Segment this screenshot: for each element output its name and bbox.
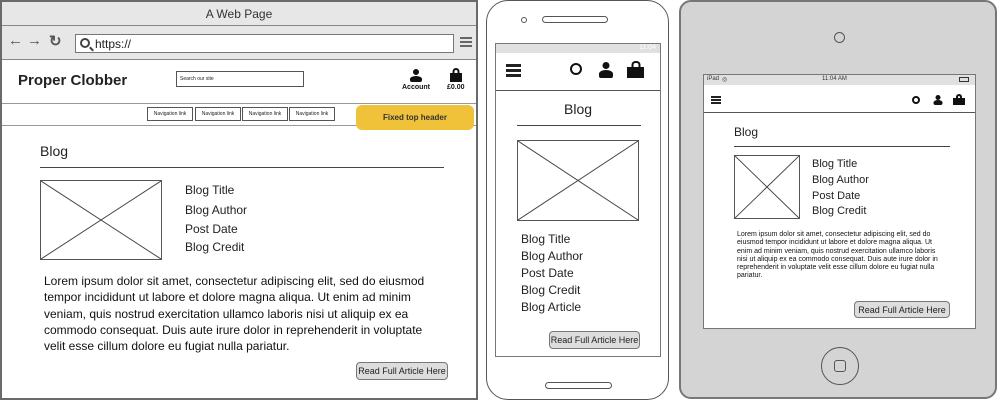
home-bar[interactable] [545, 382, 612, 389]
refresh-icon[interactable]: ↻ [49, 32, 62, 50]
brand-logo[interactable]: Proper Clobber [18, 72, 127, 89]
blog-heading: Blog [734, 125, 759, 139]
post-date: Post Date [812, 190, 861, 202]
tablet-screen: iPad ◎ 11:04 AM Blog Blog Title Blog Aut… [703, 74, 976, 329]
battery-icon [959, 77, 969, 82]
account-icon[interactable] [410, 69, 422, 82]
menu-icon[interactable] [506, 64, 521, 77]
blog-title: Blog Title [521, 232, 571, 246]
status-time: 11:04 AM [822, 76, 847, 82]
window-title-bar: A Web Page [2, 2, 476, 26]
read-more-button[interactable]: Read Full Article Here [356, 362, 448, 380]
blog-title: Blog Title [812, 158, 858, 170]
heading-divider [734, 146, 950, 147]
nav-link[interactable]: Navigation link [147, 107, 193, 121]
site-header: Proper Clobber Search our site Account £… [2, 60, 476, 104]
basket-icon[interactable] [450, 68, 462, 82]
phone-device: 11:04 Blog Blog Title Blog Author Post D… [486, 0, 669, 400]
back-arrow-icon[interactable]: ← [8, 32, 23, 49]
phone-screen: 11:04 Blog Blog Title Blog Author Post D… [495, 43, 661, 357]
search-icon[interactable] [912, 96, 920, 104]
nav-link[interactable]: Navigation link [289, 107, 335, 121]
address-bar[interactable]: https:// [75, 34, 454, 53]
blog-author: Blog Author [812, 174, 869, 186]
search-icon[interactable] [570, 63, 582, 75]
read-more-button[interactable]: Read Full Article Here [549, 331, 640, 349]
nav-link[interactable]: Navigation link [242, 107, 288, 121]
blog-image-placeholder [40, 180, 162, 260]
heading-divider [517, 125, 641, 126]
tablet-header [704, 85, 975, 113]
fixed-header-note: Fixed top header [356, 105, 474, 130]
blog-credit: Blog Credit [185, 240, 245, 254]
main-navigation: Navigation link Navigation link Navigati… [2, 104, 476, 130]
blog-image-placeholder [734, 155, 800, 219]
read-more-button[interactable]: Read Full Article Here [854, 301, 950, 318]
camera-icon [834, 32, 845, 43]
tablet-device: iPad ◎ 11:04 AM Blog Blog Title Blog Aut… [679, 0, 997, 399]
blog-author: Blog Author [185, 203, 248, 217]
home-button-icon[interactable] [821, 347, 859, 385]
basket-icon[interactable] [627, 61, 644, 78]
status-device: iPad [707, 76, 720, 82]
blog-credit: Blog Credit [521, 283, 581, 297]
menu-icon[interactable] [711, 96, 721, 104]
browser-toolbar: ← → ↻ https:// [2, 26, 476, 60]
search-input[interactable]: Search our site [176, 71, 304, 87]
desktop-browser-window: A Web Page ← → ↻ https:// Proper Clobber… [0, 0, 478, 400]
basket-icon[interactable] [953, 94, 965, 105]
blog-author: Blog Author [521, 249, 584, 263]
basket-total[interactable]: £0.00 [447, 84, 465, 91]
nav-link[interactable]: Navigation link [195, 107, 241, 121]
search-icon [80, 38, 90, 48]
heading-divider [40, 167, 444, 168]
account-label[interactable]: Account [402, 84, 430, 91]
post-date: Post Date [185, 222, 238, 236]
phone-header [496, 53, 660, 91]
post-date: Post Date [521, 266, 574, 280]
blog-excerpt: Lorem ipsum dolor sit amet, consectetur … [737, 231, 938, 280]
blog-excerpt: Lorem ipsum dolor sit amet, consectetur … [44, 274, 425, 354]
speaker-icon [542, 16, 608, 23]
blog-title: Blog Title [185, 183, 235, 197]
blog-article: Blog Article [521, 300, 582, 314]
blog-image-placeholder [517, 140, 639, 221]
url-text: https:// [95, 37, 132, 51]
status-bar: 11:04 [496, 44, 660, 53]
camera-icon [521, 17, 527, 23]
status-time: 11:04 [639, 44, 656, 51]
wifi-icon: ◎ [722, 77, 728, 83]
account-icon[interactable] [933, 95, 942, 105]
blog-heading: Blog [564, 101, 593, 117]
status-bar: iPad ◎ 11:04 AM [704, 75, 975, 85]
blog-credit: Blog Credit [812, 205, 867, 217]
account-icon[interactable] [599, 62, 613, 78]
menu-icon[interactable] [460, 37, 472, 47]
window-title: A Web Page [205, 6, 273, 21]
forward-arrow-icon[interactable]: → [27, 32, 42, 49]
blog-heading: Blog [40, 143, 69, 159]
